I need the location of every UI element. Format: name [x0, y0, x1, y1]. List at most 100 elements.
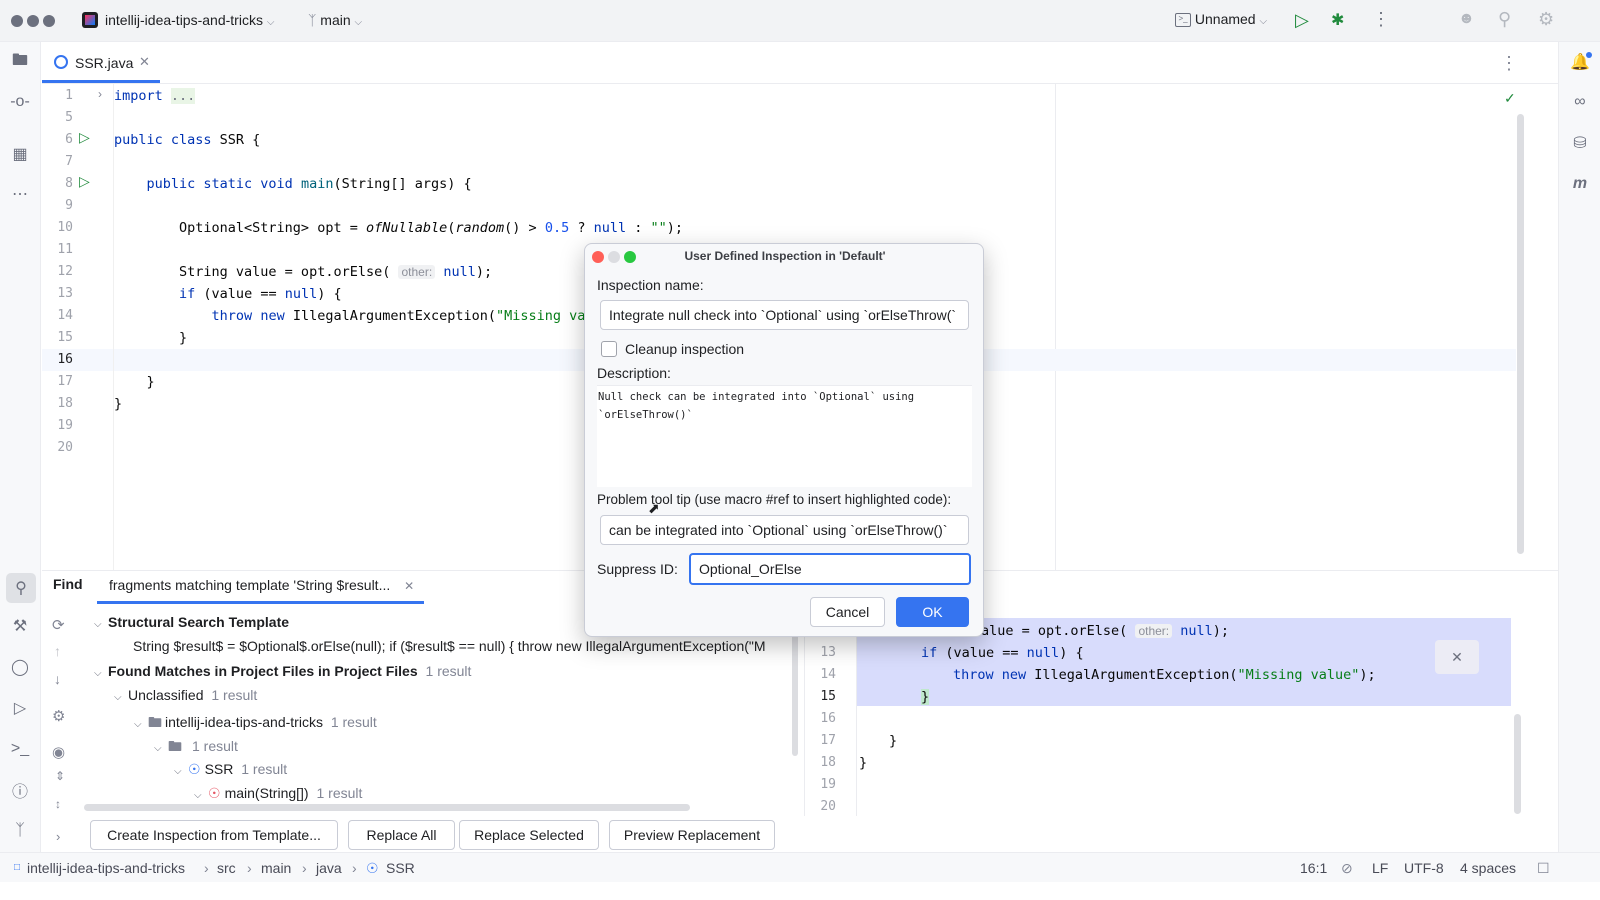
database-icon[interactable]: ⛁ — [1568, 131, 1592, 155]
line-number: 14 — [57, 308, 73, 323]
more-actions-icon[interactable]: ⋮ — [1372, 9, 1390, 30]
project-name: intellij-idea-tips-and-tricks — [105, 12, 263, 28]
no-problems-check-icon[interactable]: ✓ — [1504, 90, 1516, 107]
line-number: 6 — [65, 132, 73, 147]
run-gutter-icon[interactable]: ▷ — [79, 173, 90, 190]
breadcrumb-project[interactable]: intellij-idea-tips-and-tricks — [27, 860, 185, 876]
description-textarea[interactable]: Null check can be integrated into `Optio… — [597, 385, 972, 487]
indent-setting[interactable]: 4 spaces — [1460, 860, 1516, 876]
zoom-window-button[interactable] — [43, 15, 55, 27]
replace-all-button[interactable]: Replace All — [348, 820, 455, 850]
preview-code-line: } — [921, 689, 930, 705]
breadcrumb-java[interactable]: java — [316, 860, 342, 876]
settings-icon[interactable]: ⚙ — [1538, 9, 1554, 30]
more-chevron-icon[interactable]: › — [56, 829, 60, 844]
structure-icon[interactable]: ▦ — [8, 142, 32, 166]
branch-switcher[interactable]: ᛉ main ⌵ — [308, 12, 362, 28]
more-tools-icon[interactable]: ⋯ — [8, 182, 32, 206]
code-line: public static void main(String[] args) { — [146, 176, 472, 192]
inspections-off-icon[interactable]: ⊘ — [1341, 860, 1353, 877]
line-separator[interactable]: LF — [1372, 860, 1388, 876]
run-gutter-icon[interactable]: ▷ — [79, 129, 90, 146]
line-number: 10 — [57, 220, 73, 235]
next-occurrence-icon[interactable]: ↓ — [54, 671, 61, 687]
rerun-icon[interactable]: ⟳ — [52, 616, 65, 634]
problems-icon[interactable]: ⓘ — [8, 778, 32, 802]
create-inspection-button[interactable]: Create Inspection from Template... — [90, 820, 338, 850]
fold-chevron-icon[interactable]: › — [98, 87, 102, 101]
preview-scrollbar[interactable] — [1514, 714, 1521, 814]
collapse-all-icon[interactable]: ↕ — [55, 797, 61, 811]
tree-node-method[interactable]: ⌵ ☉ main(String[]) 1 result — [194, 785, 362, 802]
line-number: 13 — [57, 286, 73, 301]
editor-tab-bar: SSR.java ✕ ⋮ — [42, 42, 1558, 84]
breadcrumb-ssr[interactable]: SSR — [386, 860, 415, 876]
services-icon[interactable]: ◯ — [8, 655, 32, 679]
suppress-id-field[interactable]: Optional_OrElse — [689, 553, 971, 585]
run-tool-icon[interactable]: ▷ — [8, 696, 32, 720]
tab-actions-icon[interactable]: ⋮ — [1500, 53, 1518, 74]
expand-all-icon[interactable]: ⇕ — [55, 769, 65, 783]
ok-button[interactable]: OK — [896, 597, 969, 627]
commit-icon[interactable]: -o- — [8, 90, 32, 114]
tree-node-project[interactable]: ⌵ 🖿 intellij-idea-tips-and-tricks 1 result — [134, 712, 377, 736]
terminal-icon: >_ — [1175, 13, 1191, 28]
search-icon[interactable]: ⚲ — [1498, 9, 1511, 30]
replace-selected-button[interactable]: Replace Selected — [459, 820, 599, 850]
preview-eye-icon[interactable]: ◉ — [52, 743, 65, 761]
find-results-tab[interactable]: fragments matching template 'String $res… — [109, 577, 414, 593]
preview-code-line: } — [889, 733, 898, 749]
code-line: String value = opt.orElse( other: null); — [114, 264, 493, 280]
cancel-button[interactable]: Cancel — [810, 597, 885, 627]
close-window-button[interactable] — [11, 15, 23, 27]
unclassified-label: Unclassified — [128, 687, 204, 703]
build-hammer-icon[interactable]: ⚒ — [8, 614, 32, 638]
tree-node-matches[interactable]: ⌵ Found Matches in Project Files in Proje… — [94, 663, 471, 679]
add-user-icon[interactable]: ☻ — [1458, 10, 1475, 28]
tab-ssr-java[interactable]: SSR.java ✕ — [42, 42, 160, 84]
project-switcher[interactable]: intellij-idea-tips-and-tricks ⌵ — [105, 12, 274, 28]
run-icon[interactable]: ▷ — [1295, 10, 1309, 31]
previous-occurrence-icon[interactable]: ↑ — [54, 643, 61, 659]
editor-scrollbar[interactable] — [1517, 114, 1524, 554]
lock-icon[interactable]: ☐ — [1537, 860, 1550, 877]
breadcrumb-main[interactable]: main — [261, 860, 291, 876]
debug-icon[interactable]: ✱ — [1331, 10, 1344, 30]
tooltip-field[interactable]: can be integrated into `Optional` using … — [600, 515, 969, 545]
maven-icon[interactable]: m — [1568, 172, 1592, 196]
git-icon[interactable]: ᛉ — [8, 819, 32, 843]
intellij-logo-icon — [82, 12, 98, 28]
branch-icon: ᛉ — [308, 12, 317, 28]
preview-replacement-button[interactable]: Preview Replacement — [609, 820, 775, 850]
tree-horizontal-scrollbar[interactable] — [84, 804, 690, 811]
line-number: 11 — [57, 242, 73, 257]
settings-icon[interactable]: ⚙ — [52, 707, 65, 725]
cleanup-label: Cleanup inspection — [625, 341, 745, 357]
tree-node-unclassified[interactable]: ⌵ Unclassified 1 result — [114, 687, 257, 703]
close-preview-icon[interactable]: ✕ — [1435, 640, 1479, 674]
project-folder-icon[interactable]: 🖿 — [8, 50, 32, 74]
tree-node-class[interactable]: ⌵ ☉ SSR 1 result — [174, 761, 287, 778]
mouse-cursor-icon: ⬈ — [648, 500, 660, 516]
ai-assistant-icon[interactable]: ∞ — [1568, 90, 1592, 114]
caret-position[interactable]: 16:1 — [1300, 860, 1327, 876]
cleanup-checkbox[interactable] — [601, 341, 617, 357]
file-encoding[interactable]: UTF-8 — [1404, 860, 1444, 876]
class-node-label: SSR — [204, 761, 234, 777]
java-class-icon — [54, 55, 68, 69]
terminal-tool-icon[interactable]: >_ — [8, 737, 32, 761]
breadcrumb-src[interactable]: src — [217, 860, 236, 876]
close-tab-icon[interactable]: ✕ — [404, 579, 414, 593]
tree-node-package[interactable]: ⌵ 🖿 1 result — [154, 736, 238, 760]
template-header: Structural Search Template — [108, 614, 290, 630]
find-tool-icon[interactable]: ⚲ — [6, 573, 36, 603]
minimize-window-button[interactable] — [27, 15, 39, 27]
code-line: } — [114, 396, 123, 412]
inspection-name-field[interactable]: Integrate null check into `Optional` usi… — [600, 300, 969, 330]
tree-node-template[interactable]: ⌵ Structural Search Template — [94, 614, 289, 630]
template-text[interactable]: String $result$ = $Optional$.orElse(null… — [133, 638, 766, 654]
run-config-selector[interactable]: >_ Unnamed ⌵ — [1175, 11, 1267, 28]
preview-pane[interactable]: ✕ 13 14 15 16 17 18 19 20 alue = opt.orE… — [804, 606, 1521, 816]
active-tab-indicator — [42, 80, 160, 83]
close-tab-icon[interactable]: ✕ — [139, 54, 150, 70]
